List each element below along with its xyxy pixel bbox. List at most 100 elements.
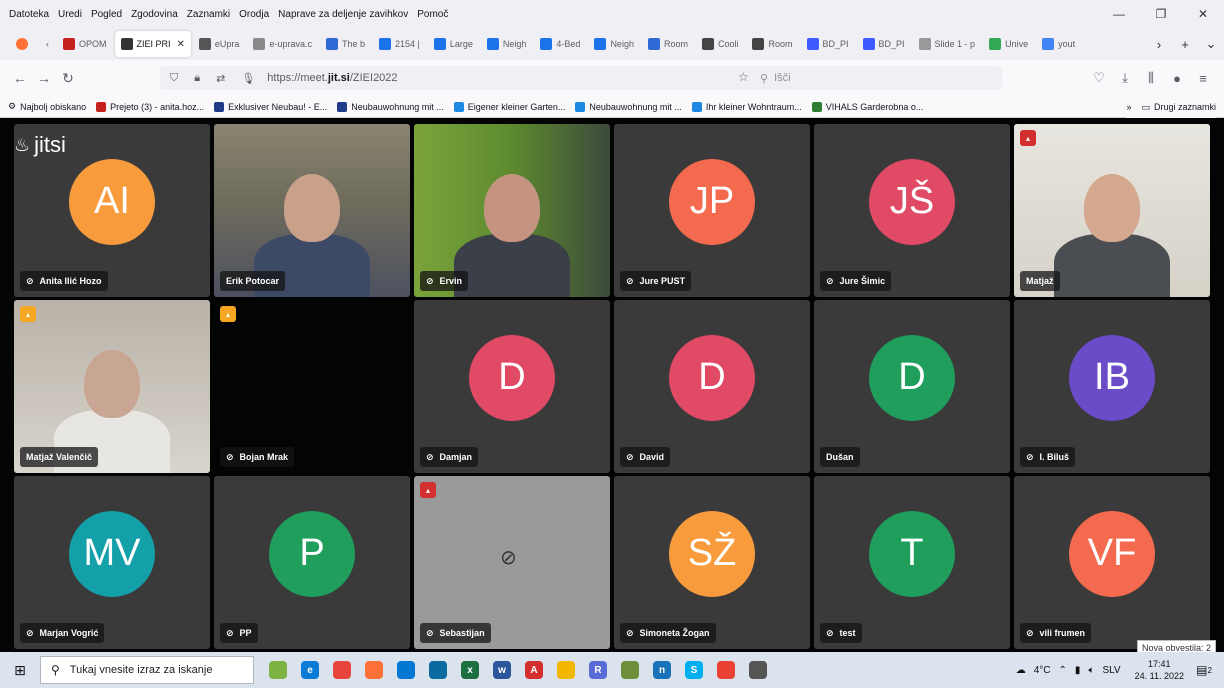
clock[interactable]: 17:41 24. 11. 2022 xyxy=(1135,658,1184,682)
taskbar-app-icon[interactable] xyxy=(550,652,582,688)
bookmark-item[interactable]: Najbolj obiskano xyxy=(20,102,86,112)
browser-tab[interactable]: Room xyxy=(642,31,694,57)
connection-indicator-icon[interactable]: ▴ xyxy=(420,482,436,498)
menu-icon[interactable]: ≡ xyxy=(1190,71,1216,86)
participant-tile[interactable]: Erik Potocar xyxy=(214,124,410,297)
account-icon[interactable]: ● xyxy=(1164,71,1190,86)
participant-tile[interactable]: ⊘ ▴ ⊘ Sebastijan xyxy=(414,476,610,649)
participant-tile[interactable]: ▴ Matjaž xyxy=(1014,124,1210,297)
volume-icon[interactable]: 🔈︎ xyxy=(1088,665,1094,676)
taskbar-app-icon[interactable]: e xyxy=(294,652,326,688)
weather-icon[interactable]: ☁ xyxy=(1016,665,1026,676)
menu-item[interactable]: Uredi xyxy=(58,9,82,20)
taskbar-app-icon[interactable]: x xyxy=(454,652,486,688)
other-bookmarks-link[interactable]: Drugi zaznamki xyxy=(1154,102,1216,112)
participant-tile[interactable]: IB ⊘ I. Biluš xyxy=(1014,300,1210,473)
pocket-icon[interactable]: ♡ xyxy=(1086,70,1112,86)
taskbar-app-icon[interactable]: R xyxy=(582,652,614,688)
bookmark-item[interactable]: Exklusiver Neubau! - E... xyxy=(214,101,327,112)
taskbar-app-icon[interactable]: A xyxy=(518,652,550,688)
connection-indicator-icon[interactable]: ▴ xyxy=(20,306,36,322)
bookmark-star-icon[interactable]: ☆ xyxy=(738,70,749,84)
taskbar-app-icon[interactable]: w xyxy=(486,652,518,688)
minimize-icon[interactable]: — xyxy=(1098,0,1140,28)
temperature[interactable]: 4°C xyxy=(1034,665,1051,676)
menu-item[interactable]: Zgodovina xyxy=(131,9,178,20)
taskbar-app-icon[interactable] xyxy=(710,652,742,688)
windows-start-icon[interactable]: ⊞ xyxy=(0,652,40,688)
url-bar[interactable]: ⛉ 🔒︎ ⇄ 🎙︎ https://meet.jit.si/ZIEI2022 ☆… xyxy=(160,66,1002,90)
url-text[interactable]: https://meet.jit.si/ZIEI2022 xyxy=(267,72,397,84)
language-indicator[interactable]: SLV xyxy=(1102,665,1120,676)
participant-tile[interactable]: JP ⊘ Jure PUST xyxy=(614,124,810,297)
browser-tab[interactable]: 4-Bed xyxy=(534,31,586,57)
notifications-icon[interactable]: ▤ 2 xyxy=(1194,660,1214,680)
participant-tile[interactable]: D ⊘ Damjan xyxy=(414,300,610,473)
taskbar-app-icon[interactable] xyxy=(742,652,774,688)
taskbar-app-icon[interactable]: n xyxy=(646,652,678,688)
firefox-view-icon[interactable] xyxy=(10,31,38,57)
downloads-icon[interactable]: ⤓ xyxy=(1112,70,1138,86)
menu-item[interactable]: Orodja xyxy=(239,9,269,20)
back-icon[interactable]: ← xyxy=(8,70,32,86)
lock-icon[interactable]: 🔒︎ xyxy=(194,72,200,85)
browser-tab[interactable]: ZIEI PRI ✕ xyxy=(114,31,191,57)
connection-indicator-icon[interactable]: ▴ xyxy=(220,306,236,322)
browser-tab[interactable]: BD_PI xyxy=(801,31,855,57)
participant-tile[interactable]: JŠ ⊘ Jure Šimic xyxy=(814,124,1010,297)
jitsi-logo[interactable]: ♨ jitsi xyxy=(14,132,66,158)
bookmark-item[interactable]: Prejeto (3) - anita.hoz... xyxy=(96,101,204,112)
menu-item[interactable]: Pogled xyxy=(91,9,122,20)
participant-tile[interactable]: MV ⊘ Marjan Vogrić xyxy=(14,476,210,649)
bookmark-item[interactable]: VIHALS Garderobna o... xyxy=(811,101,923,112)
taskbar-app-icon[interactable] xyxy=(390,652,422,688)
browser-tab[interactable]: The b xyxy=(320,31,371,57)
network-icon[interactable]: ▮ xyxy=(1075,665,1081,676)
close-icon[interactable]: ✕ xyxy=(1182,0,1224,28)
participant-tile[interactable]: ▴ Matjaž Valenčič xyxy=(14,300,210,473)
library-icon[interactable]: ⫼ xyxy=(1138,70,1164,86)
bookmark-item[interactable]: Neubauwohnung mit ... xyxy=(337,101,444,112)
browser-tab[interactable]: Slide 1 - p xyxy=(913,31,982,57)
menu-item[interactable]: Zaznamki xyxy=(187,9,230,20)
browser-tab[interactable]: Neigh xyxy=(588,31,640,57)
browser-tab[interactable]: Large xyxy=(428,31,479,57)
bookmark-item[interactable]: Neubauwohnung mit ... xyxy=(575,101,682,112)
participant-tile[interactable]: D Dušan xyxy=(814,300,1010,473)
taskbar-app-icon[interactable]: S xyxy=(678,652,710,688)
tab-list-icon[interactable]: ⌄ xyxy=(1198,36,1224,52)
tab-scroll-left-icon[interactable]: ‹ xyxy=(40,31,55,57)
bookmark-item[interactable]: Ihr kleiner Wohntraum... xyxy=(691,101,802,112)
chevron-right-icon[interactable]: » xyxy=(1126,102,1131,112)
reload-icon[interactable]: ↻ xyxy=(56,70,80,87)
browser-tab[interactable]: Room xyxy=(746,31,798,57)
new-tab-icon[interactable]: + xyxy=(1172,37,1198,52)
participant-tile[interactable]: ⊘ Ervin xyxy=(414,124,610,297)
search-box[interactable]: ⚲ Išči xyxy=(760,68,1000,88)
taskbar-search[interactable]: ⚲ Tukaj vnesite izraz za iskanje xyxy=(40,656,254,684)
taskbar-app-icon[interactable] xyxy=(262,652,294,688)
browser-tab[interactable]: yout xyxy=(1036,31,1081,57)
tab-close-icon[interactable]: ✕ xyxy=(177,39,185,50)
taskbar-app-icon[interactable] xyxy=(326,652,358,688)
browser-tab[interactable]: eUpra xyxy=(193,31,246,57)
taskbar-app-icon[interactable] xyxy=(422,652,454,688)
browser-tab[interactable]: 2154 | xyxy=(373,31,426,57)
menu-item[interactable]: Datoteka xyxy=(9,9,49,20)
taskbar-app-icon[interactable] xyxy=(614,652,646,688)
tab-scroll-right-icon[interactable]: › xyxy=(1146,37,1172,52)
participant-tile[interactable]: ▴ ⊘ Bojan Mrak xyxy=(214,300,410,473)
participant-tile[interactable]: VF ⊘ vili frumen xyxy=(1014,476,1210,649)
browser-tab[interactable]: OPOM xyxy=(57,31,113,57)
menu-item[interactable]: Pomoč xyxy=(417,9,448,20)
browser-tab[interactable]: BD_PI xyxy=(857,31,911,57)
browser-tab[interactable]: e-uprava.c xyxy=(247,31,318,57)
bookmark-item[interactable]: Eigener kleiner Garten... xyxy=(453,101,565,112)
chevron-up-icon[interactable]: ⌃ xyxy=(1059,665,1067,676)
browser-tab[interactable]: Neigh xyxy=(481,31,533,57)
restore-icon[interactable]: ❐ xyxy=(1140,0,1182,28)
browser-tab[interactable]: Unive xyxy=(983,31,1034,57)
permissions-icon[interactable]: ⇄ xyxy=(216,72,225,85)
participant-tile[interactable]: T ⊘ test xyxy=(814,476,1010,649)
participant-tile[interactable]: D ⊘ David xyxy=(614,300,810,473)
